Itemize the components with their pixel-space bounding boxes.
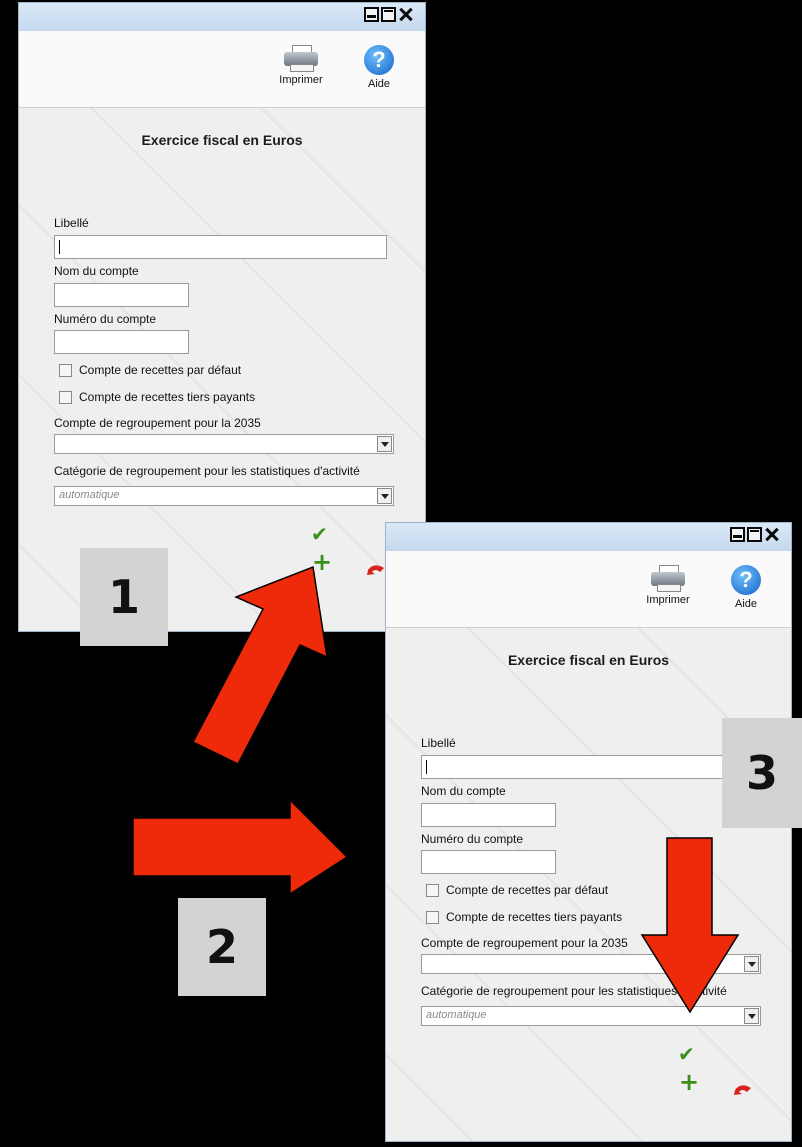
step-badge-2: 2: [178, 898, 266, 996]
arrow-right: [132, 798, 349, 896]
step-badge-1: 1: [80, 548, 168, 646]
arrow-down: [640, 837, 740, 1014]
arrow-to-plus: [191, 565, 328, 765]
step-badge-3: 3: [722, 718, 802, 828]
